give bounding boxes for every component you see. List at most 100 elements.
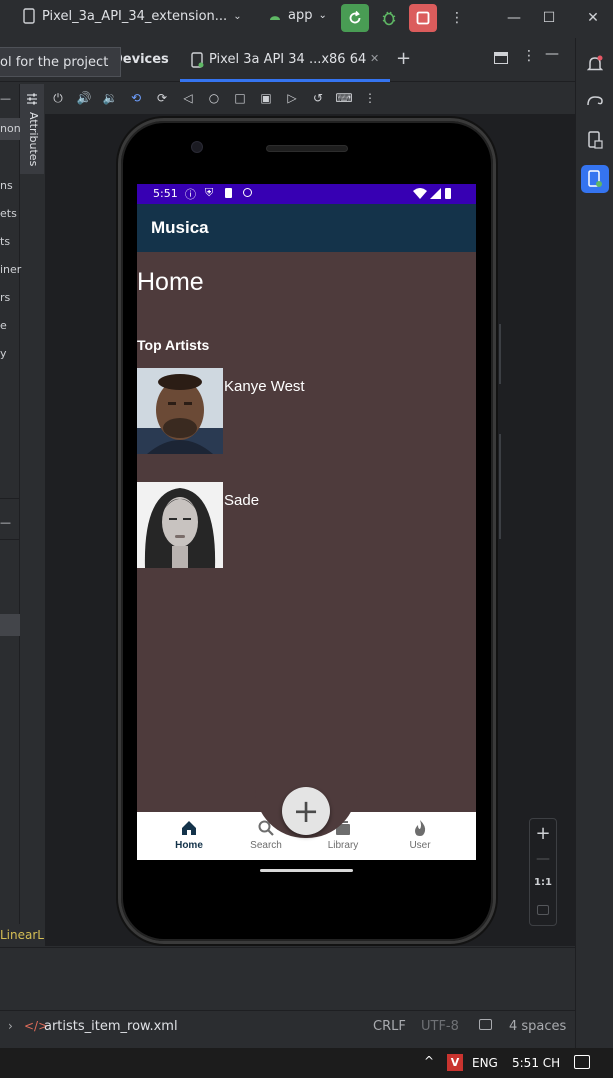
minimize-window-button[interactable]: —	[502, 6, 526, 30]
nav-item-user[interactable]: User	[390, 818, 450, 851]
power-icon[interactable]: ⏻	[45, 85, 71, 111]
palette-item[interactable]: y	[0, 347, 7, 360]
bug-icon	[382, 11, 396, 26]
flame-icon	[415, 820, 426, 836]
android-status-bar: 5:51 ⓘ ⛨	[137, 184, 476, 204]
signal-icon	[430, 188, 441, 199]
phone-icon	[191, 52, 204, 68]
file-encoding[interactable]: UTF-8	[421, 1019, 459, 1034]
zoom-out-button[interactable]: —	[530, 851, 556, 867]
breadcrumb: LinearL	[0, 924, 45, 946]
palette-item[interactable]: ns	[0, 179, 13, 192]
clock[interactable]: 5:51 CH	[512, 1056, 560, 1070]
hide-panel-icon[interactable]: —	[545, 46, 559, 62]
language-indicator[interactable]: ENG	[472, 1056, 498, 1070]
add-button[interactable]: +	[282, 787, 330, 835]
antivirus-icon[interactable]: V	[447, 1054, 463, 1071]
device-tab[interactable]: Pixel 3a API 34 ...x86 64 ✕	[180, 44, 390, 82]
readonly-icon[interactable]	[479, 1019, 492, 1030]
more-options-icon[interactable]: ⋮	[445, 6, 469, 30]
palette-item[interactable]: iner	[0, 263, 21, 276]
rotate-left-icon[interactable]: ⟲	[123, 85, 149, 111]
running-devices-icon[interactable]	[581, 165, 609, 193]
record-icon[interactable]: ▷	[279, 85, 305, 111]
overview-icon[interactable]: □	[227, 85, 253, 111]
app-title: Musica	[151, 218, 209, 237]
section-title: Top Artists	[137, 337, 210, 353]
apply-changes-button[interactable]	[341, 4, 369, 32]
keyboard-icon[interactable]: ⌨	[331, 85, 357, 111]
gradle-icon[interactable]	[581, 86, 609, 114]
nav-label: Search	[250, 840, 282, 851]
list-item[interactable]: Sade	[137, 482, 476, 568]
page-title: Home	[137, 268, 204, 296]
speaker-grille	[266, 145, 348, 152]
panel-collapse-icon[interactable]: —	[0, 92, 11, 105]
scrollbar[interactable]	[499, 324, 501, 384]
windows-taskbar: ^ V ENG 5:51 CH	[0, 1048, 613, 1078]
run-config-selector[interactable]: app ⌄	[268, 8, 327, 23]
zoom-actual-size-button[interactable]: 1:1	[530, 877, 556, 888]
more-options-icon[interactable]: ⋮	[357, 85, 383, 111]
shield-icon: ⛨	[205, 186, 214, 199]
nav-item-home[interactable]: Home	[159, 818, 219, 851]
close-icon[interactable]: ✕	[370, 52, 379, 65]
palette-item-selected[interactable]: non	[0, 118, 21, 140]
current-file[interactable]: artists_item_row.xml	[44, 1019, 178, 1034]
more-options-icon[interactable]: ⋮	[522, 48, 536, 64]
close-window-button[interactable]: ✕	[581, 6, 605, 30]
active-tab-indicator	[180, 79, 390, 82]
emulator-toolbar: ⏻ 🔊 🔉 ⟲ ⟳ ◁ ○ □ ▣ ▷ ↺ ⌨ ⋮	[45, 84, 575, 112]
nav-label: User	[409, 840, 431, 851]
palette-item[interactable]: ts	[0, 235, 10, 248]
device-selector[interactable]: Pixel_3a_API_34_extension... ⌄	[22, 8, 242, 24]
snapshot-icon[interactable]: ↺	[305, 85, 331, 111]
run-config-label: app	[288, 8, 313, 23]
chevron-down-icon: ⌄	[318, 10, 327, 21]
device-tab-label: Pixel 3a API 34 ...x86 64	[209, 52, 367, 67]
add-tab-icon[interactable]: +	[396, 48, 411, 69]
artist-name: Sade	[224, 492, 260, 509]
palette-item[interactable]: rs	[0, 291, 10, 304]
device-screen[interactable]: 5:51 ⓘ ⛨ Musica Home Top Artists Kanye W…	[137, 184, 476, 860]
panel-collapse-icon[interactable]: —	[0, 516, 11, 529]
line-separator[interactable]: CRLF	[373, 1019, 406, 1034]
zoom-in-button[interactable]: +	[530, 823, 556, 844]
rotate-right-icon[interactable]: ⟳	[149, 85, 175, 111]
notifications-icon[interactable]	[581, 50, 609, 78]
tooltip: ol for the project	[0, 47, 122, 77]
palette-item[interactable]: e	[0, 319, 7, 332]
indent-setting[interactable]: 4 spaces	[509, 1019, 566, 1034]
camera-icon[interactable]: ▣	[253, 85, 279, 111]
layout-icon[interactable]	[494, 52, 508, 64]
home-button-icon[interactable]: ○	[201, 85, 227, 111]
plus-icon: +	[292, 792, 320, 830]
breadcrumb-item[interactable]: LinearL	[0, 928, 44, 942]
divider	[0, 539, 20, 540]
device-selector-label: Pixel_3a_API_34_extension...	[42, 8, 228, 24]
gesture-bar	[260, 869, 353, 872]
sync-icon	[243, 188, 252, 197]
refresh-icon	[349, 10, 361, 24]
back-icon[interactable]: ◁	[175, 85, 201, 111]
volume-down-icon[interactable]: 🔉	[97, 85, 123, 111]
maximize-window-button[interactable]: ☐	[537, 6, 561, 30]
list-item[interactable]: Kanye West	[137, 368, 476, 454]
chevron-up-icon[interactable]: ^	[424, 1054, 434, 1068]
palette-item[interactable]: ets	[0, 207, 17, 220]
android-icon	[270, 15, 280, 20]
attributes-tab[interactable]: Attributes	[20, 84, 44, 174]
debug-button[interactable]	[375, 4, 403, 32]
zoom-controls: + — 1:1	[529, 818, 557, 926]
volume-up-icon[interactable]: 🔊	[71, 85, 97, 111]
notification-icon[interactable]	[574, 1055, 590, 1069]
scrollbar[interactable]	[499, 434, 501, 539]
chevron-down-icon: ⌄	[233, 10, 242, 22]
stop-button[interactable]	[409, 4, 437, 32]
title-bar: Pixel_3a_API_34_extension... ⌄ app ⌄ ⋮ —…	[0, 0, 613, 36]
device-manager-icon[interactable]	[581, 126, 609, 154]
tree-row-selected[interactable]	[0, 614, 20, 636]
fit-screen-icon[interactable]	[537, 905, 549, 915]
artist-photo	[137, 368, 223, 454]
home-icon	[182, 821, 196, 835]
